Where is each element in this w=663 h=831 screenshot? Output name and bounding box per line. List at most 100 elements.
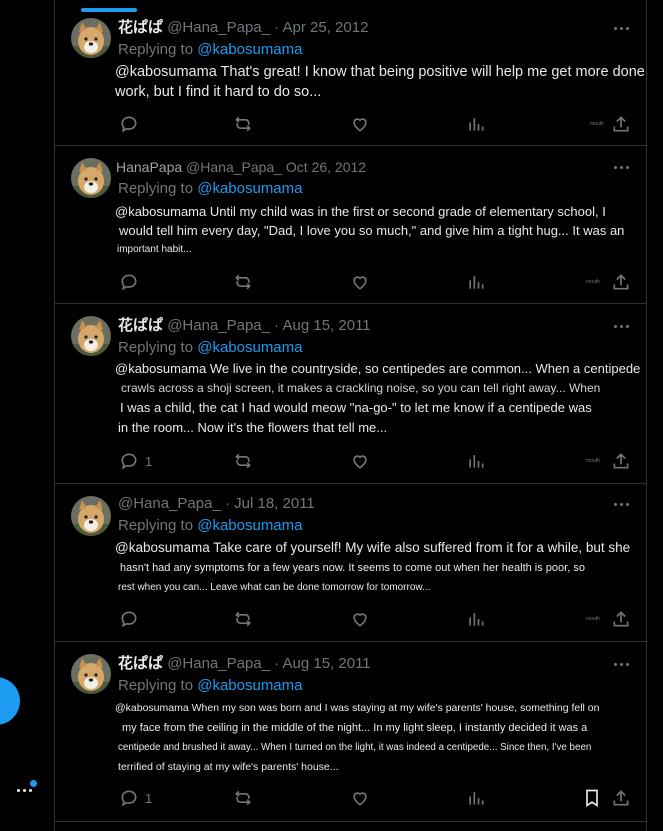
more-menu-button[interactable] [12,780,42,804]
like-icon [353,118,367,132]
views-icon [469,276,484,289]
tweet-text-line: centipede and brushed it away... When I … [118,742,592,753]
display-name[interactable]: 花ぱぱ [118,655,163,672]
more-options-icon[interactable] [612,316,632,336]
display-name[interactable]: 花ぱぱ [118,317,163,334]
reply-button[interactable] [119,113,139,135]
replying-to: Replying to @kabosumama [118,676,303,696]
more-options-icon[interactable] [612,494,632,514]
reply-icon [121,116,137,133]
views-label: mouth [590,121,604,127]
retweet-button[interactable] [233,787,253,809]
replying-to-label: Replying to [118,41,194,58]
tweet-date[interactable]: Apr 25, 2012 [283,19,369,36]
like-button[interactable] [350,787,370,809]
views-label: mouth [586,458,600,464]
tweet-header: HanaPapa @Hana_Papa_ Oct 26, 2012 [116,157,366,177]
views-button[interactable]: mouth [466,608,600,630]
user-handle[interactable]: @Hana_Papa_ [186,159,282,175]
reply-button[interactable] [119,608,139,630]
user-handle[interactable]: @Hana_Papa_ [167,317,270,334]
retweet-button[interactable] [233,271,253,293]
replying-to-mention[interactable]: @kabosumama [197,339,302,356]
retweet-button[interactable] [233,608,253,630]
reply-button[interactable]: 1 [119,450,152,472]
tweet-text-line: terrified of staying at my wife's parent… [118,760,339,773]
compose-button[interactable] [0,677,20,725]
avatar[interactable] [71,158,111,198]
replying-to-label: Replying to [118,517,194,534]
tweet[interactable]: 花ぱぱ @Hana_Papa_ · Aug 15, 2011 Replying … [55,304,646,484]
replying-to-mention[interactable]: @kabosumama [197,677,302,694]
replying-to-mention[interactable]: @kabosumama [197,180,302,197]
views-button[interactable]: mouth [466,113,604,135]
like-button[interactable] [350,608,370,630]
views-label: mouth [586,279,600,285]
like-button[interactable] [350,450,370,472]
views-button[interactable]: mouth [466,450,600,472]
replying-to-mention[interactable]: @kabosumama [197,517,302,534]
replying-to: Replying to @kabosumama [118,179,303,199]
like-button[interactable] [350,271,370,293]
tweet-text-line: my face from the ceiling in the middle o… [122,721,588,734]
avatar[interactable] [71,316,111,356]
tweet-text-line: in the room... Now it's the flowers that… [118,419,388,435]
tweet-text-line: @kabosumama We live in the countryside, … [115,361,641,376]
like-button[interactable] [350,113,370,135]
views-icon [469,455,484,468]
share-button[interactable] [611,113,631,135]
avatar[interactable] [71,654,111,694]
tweet[interactable]: 花ぱぱ @Hana_Papa_ · Apr 25, 2012 Replying … [55,12,646,146]
views-button[interactable]: mouth [466,271,600,293]
tweet-header: 花ぱぱ @Hana_Papa_ · Aug 15, 2011 [118,316,371,336]
retweet-icon [235,453,251,469]
replying-to-mention[interactable]: @kabosumama [197,41,302,58]
display-name[interactable]: 花ぱぱ [118,19,163,36]
retweet-button[interactable] [233,113,253,135]
tweet-text-line: @kabosumama Until my child was in the fi… [115,204,606,219]
tweet-date[interactable]: Aug 15, 2011 [283,655,371,672]
views-button[interactable] [466,787,486,809]
reply-count: 1 [145,790,153,806]
views-label: mouth [586,616,600,622]
tweet-text: @kabosumama Take care of yourself! My wi… [115,538,631,598]
notification-dot [30,780,37,787]
tweet-header: @Hana_Papa_ · Jul 18, 2011 [118,494,315,514]
share-button[interactable] [611,271,631,293]
avatar[interactable] [71,18,111,58]
reply-button[interactable] [119,271,139,293]
share-button[interactable] [611,450,631,472]
display-name[interactable]: HanaPapa [116,159,182,175]
user-handle[interactable]: @Hana_Papa_ [118,495,221,512]
tweet-text: @kabosumama That's great! I know that be… [115,62,646,102]
tweet-text-line: important habit... [117,244,192,255]
tweet-date[interactable]: Aug 15, 2011 [283,317,371,334]
tweet[interactable]: 花ぱぱ @Hana_Papa_ · Aug 15, 2011 Replying … [55,642,646,822]
more-options-icon[interactable] [612,18,632,38]
retweet-button[interactable] [233,450,253,472]
avatar[interactable] [71,496,111,536]
tweet-text: @kabosumama When my son was born and I w… [115,699,620,777]
more-options-icon[interactable] [612,157,632,177]
tweet-text-line: @kabosumama Take care of yourself! My wi… [115,540,631,555]
tweet[interactable]: @Hana_Papa_ · Jul 18, 2011 Replying to @… [55,484,646,642]
reply-button[interactable]: 1 [119,787,152,809]
user-handle[interactable]: @Hana_Papa_ [167,19,270,36]
tweet-actions: mouth [115,608,635,630]
share-button[interactable] [611,608,631,630]
more-options-icon[interactable] [612,654,632,674]
tweet-date[interactable]: Oct 26, 2012 [286,159,366,175]
bookmark-button[interactable] [582,787,602,809]
tweet-text: @kabosumama We live in the countryside, … [115,359,641,437]
left-navigation-rail [0,0,54,831]
tweet[interactable]: HanaPapa @Hana_Papa_ Oct 26, 2012 Replyi… [55,146,646,304]
header-separator: · [274,19,280,36]
user-handle[interactable]: @Hana_Papa_ [167,655,270,672]
tweet-text-line: hasn't had any symptoms for a few years … [120,562,585,574]
reply-count: 1 [145,453,153,469]
tweet-date[interactable]: Jul 18, 2011 [234,495,315,512]
bookmark-icon [586,789,598,808]
share-button[interactable] [611,787,631,809]
tweet-actions: mouth [115,271,635,293]
tweet-text-line: work, but I find it hard to do so... [115,84,322,100]
